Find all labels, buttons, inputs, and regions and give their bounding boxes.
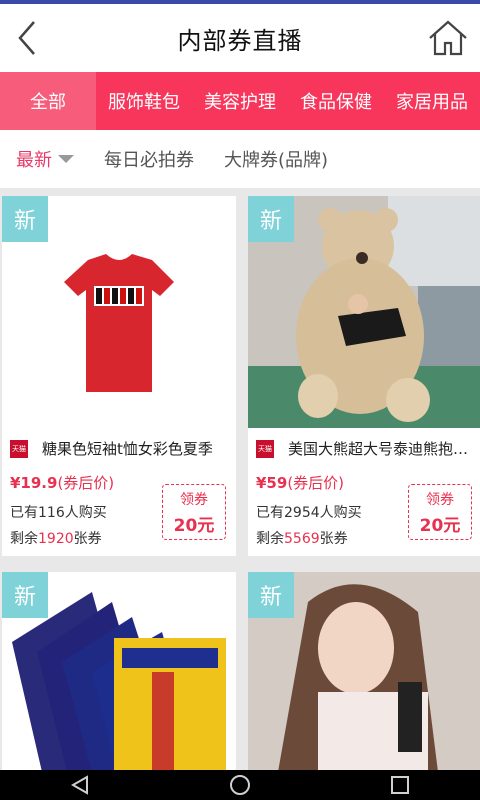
filter-latest-label: 最新 — [16, 150, 52, 171]
product-name[interactable]: 糖果色短袖t恤女彩色夏季 — [42, 438, 230, 459]
sold-suffix: 人购买 — [319, 505, 362, 521]
system-nav-bar — [0, 770, 480, 800]
chevron-left-icon — [18, 21, 35, 55]
tab-food[interactable]: 食品保健 — [288, 72, 384, 130]
filter-bar: 最新 每日必拍券 大牌券(品牌) — [0, 130, 480, 188]
product-name[interactable]: 美国大熊超大号泰迪熊抱抱熊 — [288, 438, 476, 459]
category-tabs: 全部 服饰鞋包 美容护理 食品保健 家居用品 — [0, 72, 480, 130]
new-badge: 新 — [248, 572, 294, 618]
square-recent-icon[interactable] — [387, 773, 413, 797]
price-value: ¥19.9 — [10, 474, 58, 492]
sold-suffix: 人购买 — [64, 505, 107, 521]
claim-coupon-button[interactable]: 领券 20元 — [162, 484, 226, 540]
sold-value: 2954 — [284, 505, 320, 521]
sold-prefix: 已有 — [256, 505, 284, 521]
tab-beauty[interactable]: 美容护理 — [192, 72, 288, 130]
remain-value: 1920 — [38, 531, 74, 547]
product-card[interactable]: 新 天猫 糖果色短袖t恤女彩色夏季 ¥19.9(券后价) 已有116人购买 剩余… — [2, 196, 236, 556]
remain-suffix: 张券 — [73, 531, 102, 547]
sold-count: 已有2954人购买 — [256, 502, 362, 522]
claim-coupon-button[interactable]: 领券 20元 — [408, 484, 472, 540]
remain-value: 5569 — [284, 531, 320, 547]
filter-brand[interactable]: 大牌券(品牌) — [224, 146, 328, 172]
tab-apparel[interactable]: 服饰鞋包 — [96, 72, 192, 130]
page-title: 内部券直播 — [177, 26, 303, 55]
price-value: ¥59 — [256, 474, 288, 492]
product-card[interactable]: 新 — [2, 572, 236, 772]
sold-prefix: 已有 — [10, 505, 38, 521]
remain-suffix: 张券 — [319, 531, 348, 547]
price-suffix: (券后价) — [287, 474, 345, 492]
circle-home-icon[interactable] — [227, 773, 253, 797]
app-header: 内部券直播 — [0, 4, 480, 72]
coupon-value: 20元 — [173, 515, 215, 536]
price-suffix: (券后价) — [57, 474, 115, 492]
home-button[interactable] — [424, 14, 472, 62]
back-button[interactable] — [8, 14, 48, 62]
sold-value: 116 — [38, 505, 65, 521]
product-card[interactable]: 新 天猫 美国大熊超大号泰迪熊抱抱熊 ¥59(券后价) 已有2954人购买 剩余… — [248, 196, 480, 556]
tab-all[interactable]: 全部 — [0, 72, 96, 130]
product-card[interactable]: 新 — [248, 572, 480, 772]
caret-down-icon — [58, 155, 74, 163]
remaining-coupons: 剩余1920张券 — [10, 528, 102, 548]
new-badge: 新 — [2, 572, 48, 618]
coupon-value: 20元 — [419, 515, 461, 536]
product-price: ¥59(券后价) — [256, 472, 344, 493]
tmall-icon: 天猫 — [256, 440, 274, 458]
home-icon — [429, 20, 467, 56]
sold-count: 已有116人购买 — [10, 502, 107, 522]
remain-prefix: 剩余 — [256, 531, 284, 547]
tab-home[interactable]: 家居用品 — [384, 72, 480, 130]
filter-latest[interactable]: 最新 — [16, 146, 74, 172]
coupon-label: 领券 — [426, 491, 454, 508]
new-badge: 新 — [248, 196, 294, 242]
triangle-back-icon[interactable] — [67, 773, 93, 797]
new-badge: 新 — [2, 196, 48, 242]
remain-prefix: 剩余 — [10, 531, 38, 547]
tmall-icon: 天猫 — [10, 440, 28, 458]
remaining-coupons: 剩余5569张券 — [256, 528, 348, 548]
product-price: ¥19.9(券后价) — [10, 472, 114, 493]
filter-daily[interactable]: 每日必拍券 — [104, 146, 194, 172]
coupon-label: 领券 — [180, 491, 208, 508]
